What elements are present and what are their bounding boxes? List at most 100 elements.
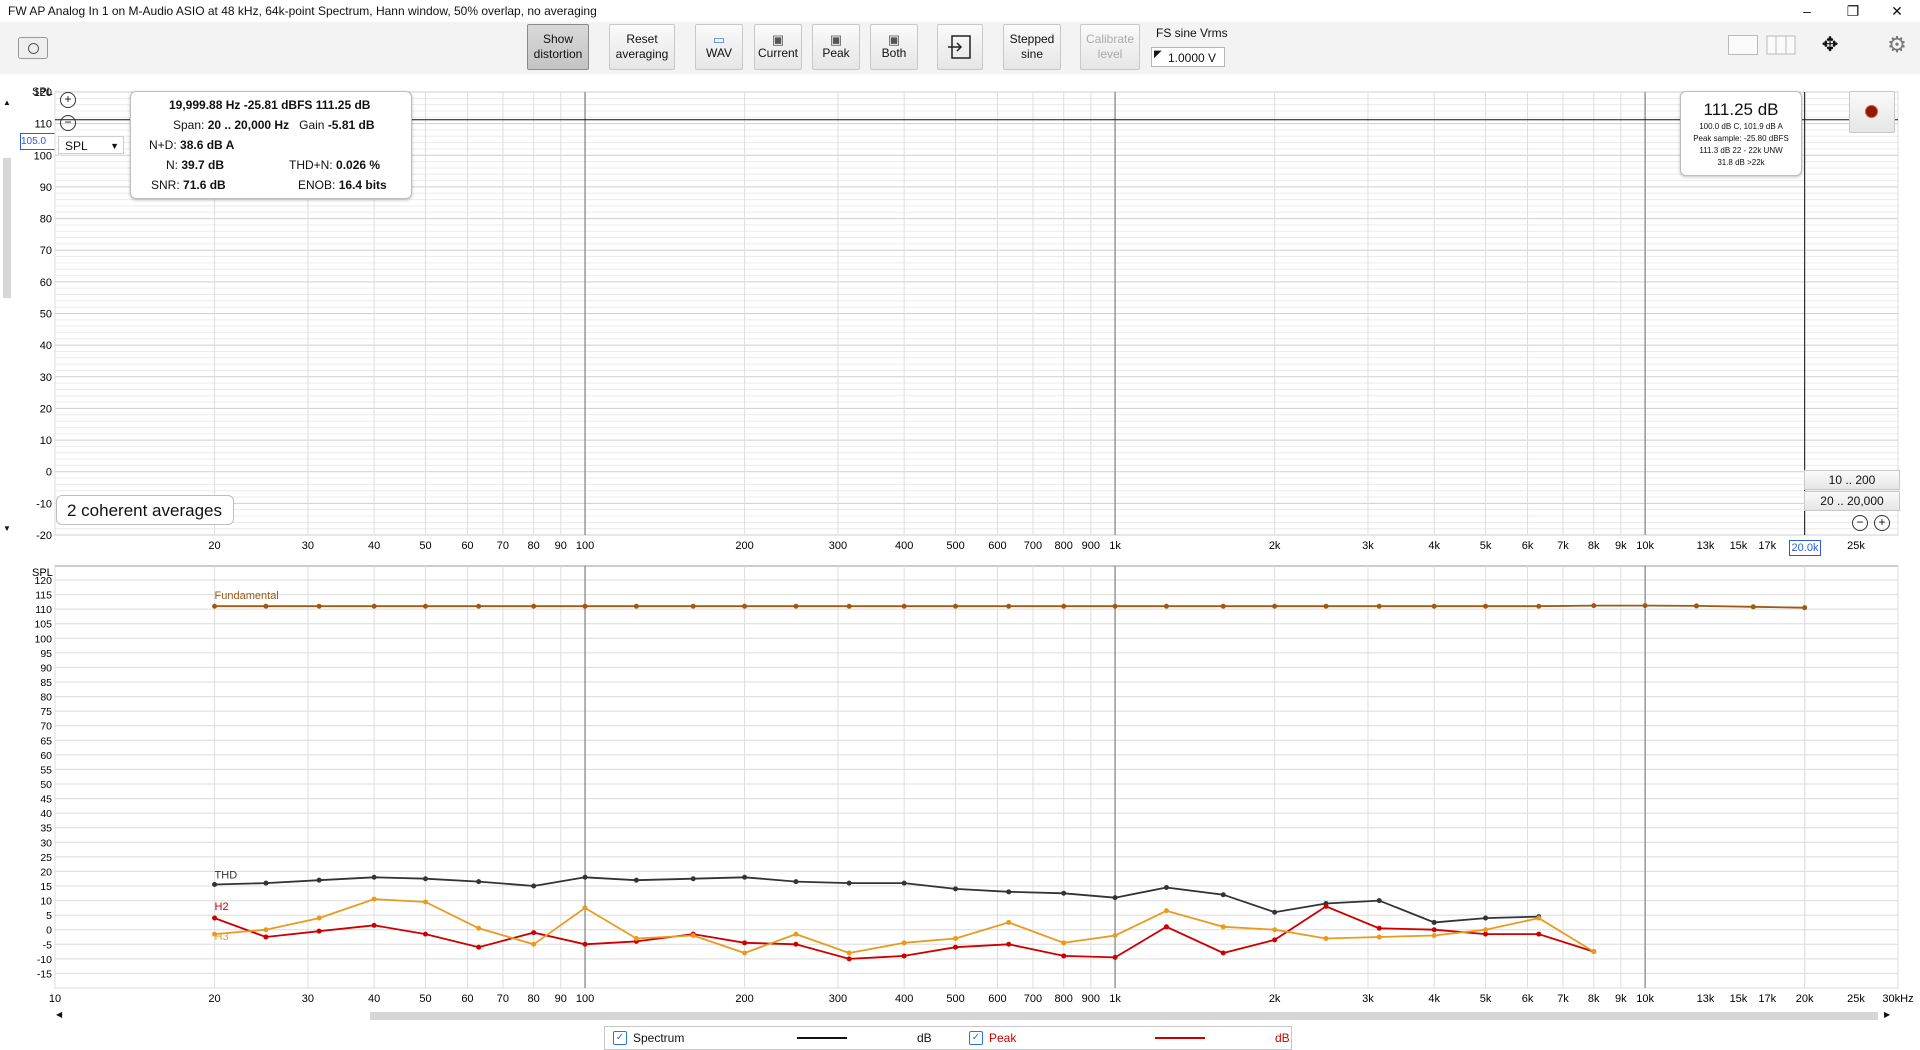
- calibrate-label-2: level: [1097, 47, 1123, 61]
- x-tick-label: 17k: [1758, 993, 1776, 1005]
- data-point-h3: [953, 935, 959, 941]
- y-tick-label: 120: [34, 575, 52, 587]
- spectrum-checkbox[interactable]: ✓: [613, 1031, 627, 1045]
- y-tick-label: -15: [37, 968, 52, 980]
- restore-button[interactable]: ❐: [1830, 0, 1876, 22]
- split-graph-icon[interactable]: [1766, 35, 1796, 55]
- x-tick-label: 4k: [1428, 993, 1440, 1005]
- settings-gear-icon[interactable]: ⚙: [1884, 32, 1910, 58]
- data-point-fundamental: [793, 603, 799, 609]
- span-label: Span:: [173, 118, 205, 132]
- save-both-button[interactable]: ▣ Both: [870, 24, 918, 70]
- y-tick-label: 30: [40, 372, 52, 384]
- data-point-fundamental: [1061, 603, 1067, 609]
- wav-button[interactable]: ▭ WAV: [695, 24, 743, 70]
- snr-value: 71.6 dB: [183, 178, 226, 192]
- series-label-thd: THD: [215, 870, 238, 882]
- reset-averaging-button[interactable]: Reset averaging: [609, 24, 675, 70]
- calibrate-level-button[interactable]: Calibrate level: [1080, 24, 1140, 70]
- data-point-thd: [476, 879, 482, 885]
- y-tick-label: 25: [40, 852, 52, 864]
- close-button[interactable]: ✕: [1874, 0, 1920, 22]
- data-point-h2: [1536, 931, 1542, 937]
- data-point-fundamental: [690, 603, 696, 609]
- data-point-fundamental: [371, 603, 377, 609]
- export-button[interactable]: [937, 24, 983, 70]
- level-line-2: Peak sample: -25.80 dBFS: [1693, 134, 1789, 143]
- move-icon[interactable]: ✥: [1812, 33, 1848, 57]
- zoom-out-icon[interactable]: −: [60, 115, 76, 131]
- data-point-fundamental: [1750, 604, 1756, 610]
- minimize-button[interactable]: –: [1784, 0, 1830, 22]
- data-point-fundamental: [582, 603, 588, 609]
- scroll-left-icon[interactable]: ◀: [56, 1010, 64, 1020]
- show-distortion-button[interactable]: Show distortion: [527, 24, 589, 70]
- data-point-h2: [422, 931, 428, 937]
- snr-label: SNR:: [151, 178, 180, 192]
- zoom-in-x-icon[interactable]: +: [1874, 515, 1890, 531]
- x-tick-label: 80: [528, 993, 540, 1005]
- horizontal-scrollbar[interactable]: [370, 1012, 1878, 1020]
- range-10-200-button[interactable]: 10 .. 200: [1804, 470, 1900, 490]
- x-tick-label: 10k: [1636, 540, 1654, 552]
- y-tick-label: 75: [40, 706, 52, 718]
- peak-checkbox[interactable]: ✓: [969, 1031, 983, 1045]
- x-tick-label: 70: [497, 993, 509, 1005]
- y-tick-label: 0: [46, 467, 52, 479]
- data-point-h3: [1163, 908, 1169, 914]
- x-tick-label: 3k: [1362, 540, 1374, 552]
- x-tick-label: 13k: [1697, 540, 1715, 552]
- x-tick-label: 5k: [1480, 993, 1492, 1005]
- span-readout: Span: 20 .. 20,000 Hz Gain -5.81 dB: [173, 118, 375, 132]
- fs-value-input[interactable]: ◤ 1.0000 V: [1151, 47, 1225, 67]
- y-tick-label: 70: [40, 245, 52, 257]
- save-icon: ▣: [887, 32, 901, 47]
- thdn-readout: THD+N: 0.026 %: [289, 158, 380, 172]
- level-readout-box: 111.25 dB 100.0 dB C, 101.9 dB A Peak sa…: [1680, 91, 1802, 176]
- x-tick-label: 20k: [1796, 993, 1814, 1005]
- data-point-thd: [1220, 892, 1226, 898]
- x-tick-label: 30: [302, 993, 314, 1005]
- wav-label: WAV: [706, 46, 732, 60]
- single-graph-icon[interactable]: [1728, 35, 1758, 55]
- y-tick-label: 90: [40, 662, 52, 674]
- series-label-h3: H3: [215, 931, 229, 943]
- data-point-thd: [1006, 889, 1012, 895]
- data-point-fundamental: [531, 603, 537, 609]
- save-current-button[interactable]: ▣ Current: [754, 24, 802, 70]
- stepped-sine-button[interactable]: Stepped sine: [1003, 24, 1061, 70]
- y-tick-label: 60: [40, 277, 52, 289]
- distortion-plot[interactable]: SPL1201151101051009590858075706560555045…: [0, 562, 1920, 1017]
- level-line-1: 100.0 dB C, 101.9 dB A: [1699, 122, 1783, 131]
- y-tick-label: 105: [34, 619, 52, 631]
- y-tick-label: -10: [36, 498, 52, 510]
- x-tick-label: 60: [461, 540, 473, 552]
- snr-readout: SNR: 71.6 dB: [151, 178, 226, 192]
- record-button[interactable]: [1849, 91, 1895, 133]
- x-tick-label: 400: [895, 993, 913, 1005]
- x-tick-label: 40: [368, 993, 380, 1005]
- legend-spectrum-unit: dB: [917, 1031, 932, 1045]
- y-tick-label: 10: [40, 435, 52, 447]
- data-point-h3: [1483, 927, 1489, 933]
- data-point-h3: [793, 931, 799, 937]
- fs-value: 1.0000 V: [1168, 51, 1217, 65]
- zoom-out-x-icon[interactable]: −: [1852, 515, 1868, 531]
- data-point-thd: [1061, 890, 1067, 896]
- data-point-fundamental: [1006, 603, 1012, 609]
- data-point-h2: [316, 928, 322, 934]
- calibrate-label-1: Calibrate: [1085, 32, 1135, 46]
- spl-select[interactable]: SPL ▼: [58, 136, 124, 154]
- frequency-readout[interactable]: 20.0k: [1789, 540, 1821, 556]
- camera-icon[interactable]: [18, 37, 48, 59]
- scroll-right-icon[interactable]: ▶: [1884, 1010, 1892, 1020]
- range-20-20000-button[interactable]: 20 .. 20,000: [1804, 491, 1900, 511]
- save-peak-button[interactable]: ▣ Peak: [812, 24, 860, 70]
- show-distortion-label-2: distortion: [533, 47, 583, 61]
- data-point-fundamental: [1642, 603, 1648, 609]
- x-tick-label: 30kHz: [1882, 993, 1913, 1005]
- zoom-in-icon[interactable]: +: [60, 92, 76, 108]
- x-tick-label: 900: [1082, 540, 1100, 552]
- data-point-thd: [1163, 884, 1169, 890]
- data-point-fundamental: [1591, 603, 1597, 609]
